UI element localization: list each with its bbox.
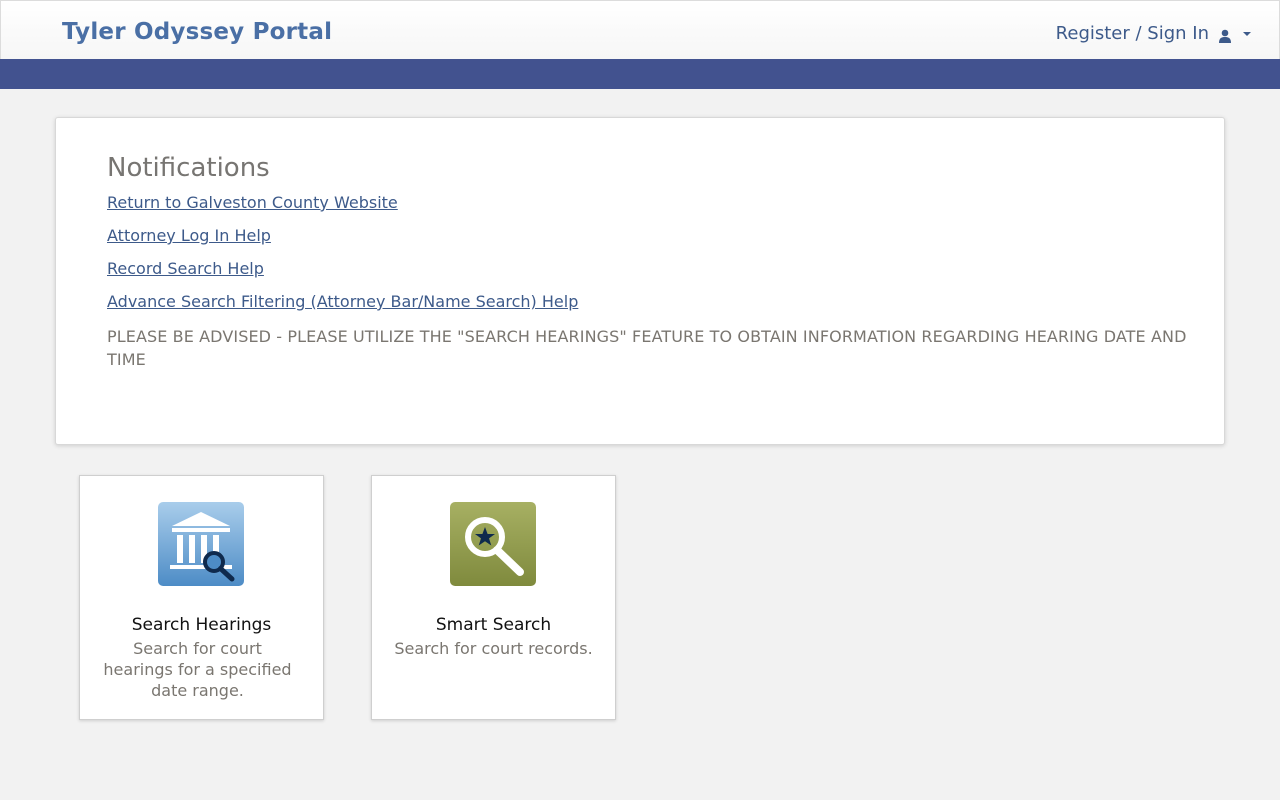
- caret-down-icon: [1243, 31, 1251, 36]
- search-hearings-description: Search for court hearings for a specifie…: [103, 639, 292, 700]
- user-icon: [1218, 27, 1232, 43]
- smart-search-description: Search for court records.: [394, 639, 593, 658]
- register-signin-menu[interactable]: Register / Sign In: [1056, 23, 1251, 44]
- header-accent-bar: [0, 59, 1280, 89]
- portal-brand-link[interactable]: Tyler Odyssey Portal: [62, 19, 332, 45]
- attorney-login-help-link[interactable]: Attorney Log In Help: [107, 226, 1187, 259]
- record-search-help-link[interactable]: Record Search Help: [107, 259, 1187, 292]
- courthouse-search-icon: [158, 502, 244, 586]
- notifications-panel: Notifications Return to Galveston County…: [55, 117, 1225, 445]
- smart-search-title: Smart Search: [435, 615, 552, 635]
- top-navbar: Tyler Odyssey Portal Register / Sign In: [0, 0, 1280, 60]
- magnifier-star-icon: [450, 502, 536, 586]
- galveston-website-link[interactable]: Return to Galveston County Website: [107, 193, 1187, 226]
- search-hearings-tile[interactable]: Search Hearings Search for court hearing…: [79, 475, 324, 720]
- advance-search-help-link[interactable]: Advance Search Filtering (Attorney Bar/N…: [107, 292, 1187, 325]
- hearing-advisory-notice: PLEASE BE ADVISED - PLEASE UTILIZE THE "…: [107, 327, 1187, 369]
- notifications-list: Return to Galveston County Website Attor…: [107, 193, 1187, 371]
- search-hearings-title: Search Hearings: [131, 615, 272, 635]
- smart-search-tile[interactable]: Smart Search Search for court records.: [371, 475, 616, 720]
- notifications-title: Notifications: [107, 153, 270, 183]
- signin-label: Register / Sign In: [1055, 23, 1209, 44]
